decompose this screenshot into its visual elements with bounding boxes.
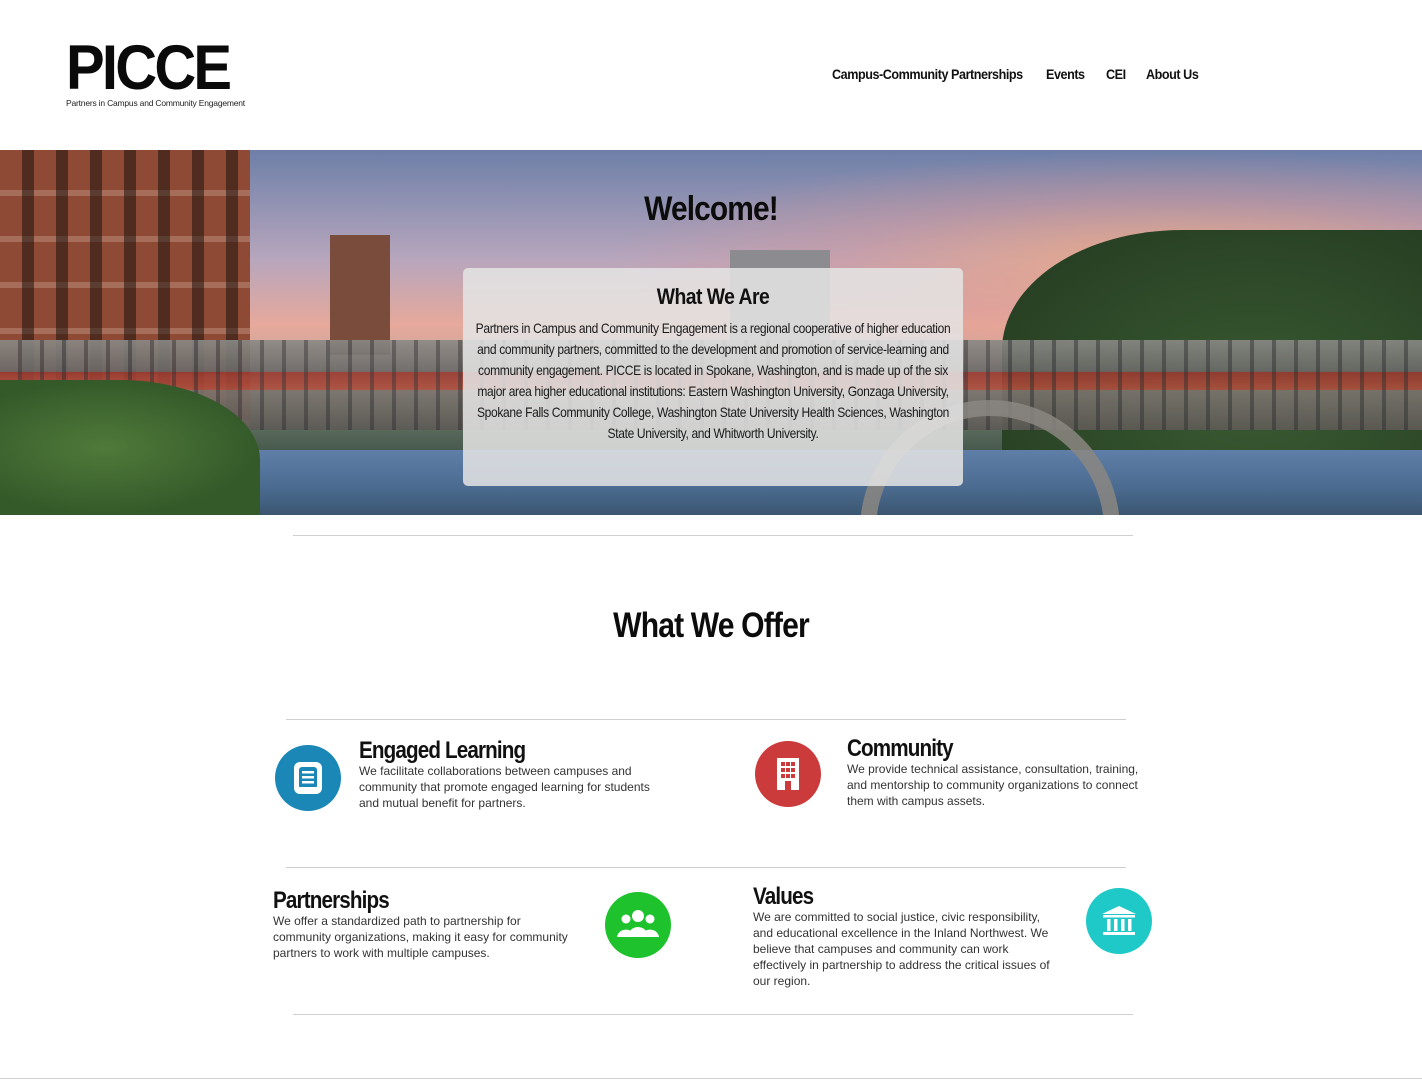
nav-campus-community-partnerships[interactable]: Campus-Community Partnerships bbox=[832, 66, 1023, 82]
feature-title: Values bbox=[753, 883, 814, 910]
what-we-offer-heading: What We Offer bbox=[613, 606, 809, 645]
footer-divider bbox=[0, 1078, 1422, 1079]
nav-events[interactable]: Events bbox=[1046, 66, 1085, 82]
divider bbox=[286, 867, 1126, 868]
feature-text: We offer a standardized path to partners… bbox=[273, 914, 568, 960]
hero-banner: Welcome! What We Are Partners in Campus … bbox=[0, 150, 1422, 515]
divider bbox=[286, 719, 1126, 720]
feature-title: Engaged Learning bbox=[359, 737, 526, 764]
hero-tower bbox=[330, 235, 390, 355]
divider bbox=[293, 1014, 1133, 1015]
logo-wordmark: PICCE bbox=[66, 33, 232, 103]
book-icon bbox=[275, 745, 341, 811]
what-we-are-text: Partners in Campus and Community Engagem… bbox=[475, 320, 951, 441]
what-we-are-heading: What We Are bbox=[656, 284, 770, 309]
welcome-heading: Welcome! bbox=[644, 190, 779, 228]
feature-text: We provide technical assistance, consult… bbox=[847, 762, 1139, 808]
nav-cei[interactable]: CEI bbox=[1106, 66, 1126, 82]
nav-about-us[interactable]: About Us bbox=[1146, 66, 1199, 82]
what-we-are-box: What We Are Partners in Campus and Commu… bbox=[463, 268, 963, 486]
people-icon bbox=[605, 892, 671, 958]
building-icon bbox=[755, 741, 821, 807]
feature-text: We facilitate collaborations between cam… bbox=[359, 764, 650, 810]
picce-logo[interactable]: PICCE Partners in Campus and Community E… bbox=[66, 33, 248, 109]
divider bbox=[293, 535, 1133, 536]
feature-title: Community bbox=[847, 735, 954, 762]
institution-icon bbox=[1086, 888, 1152, 954]
site-header: PICCE Partners in Campus and Community E… bbox=[0, 0, 1422, 150]
feature-title: Partnerships bbox=[273, 887, 390, 914]
feature-text: We are committed to social justice, civi… bbox=[753, 910, 1050, 988]
